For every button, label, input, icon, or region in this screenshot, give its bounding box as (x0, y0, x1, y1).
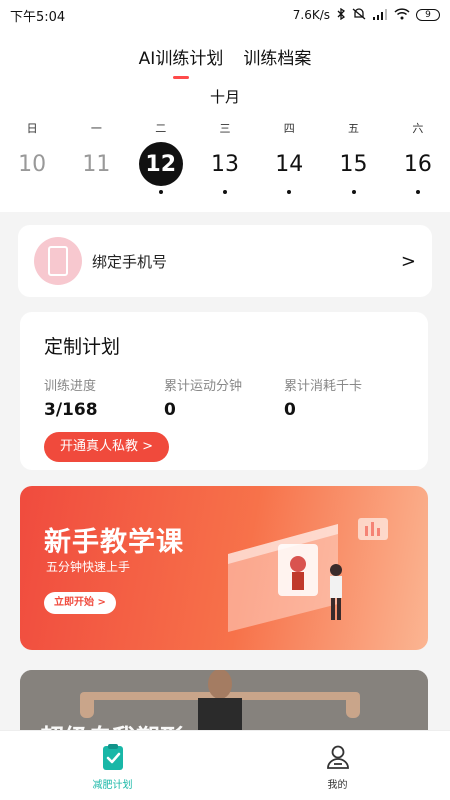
weekday-label: 五 (348, 122, 360, 135)
bind-phone-card[interactable]: 绑定手机号 > (18, 225, 432, 297)
date-number: 16 (403, 151, 432, 177)
plan-dot (351, 190, 356, 194)
phone-icon (34, 237, 82, 285)
personal-coach-button[interactable]: 开通真人私教 > (44, 432, 170, 462)
weekday-label: 三 (219, 122, 231, 135)
bind-phone-label: 绑定手机号 (92, 252, 168, 271)
header-area: AI训练计划 训练档案 十月 日 一 二 三 四 五 六 10 11 12 13… (0, 30, 450, 212)
weekday-label: 二 (155, 122, 167, 135)
date-number: 15 (339, 151, 368, 177)
weekday-label: 四 (283, 122, 295, 135)
date-number: 14 (275, 151, 304, 177)
status-bar: 下午5:04 7.6K/s 9 (0, 0, 450, 30)
weekday-label: 日 (26, 122, 38, 135)
nav-profile[interactable]: 我的 (225, 731, 450, 800)
tab-ai-plan-label: AI训练计划 (138, 49, 224, 69)
plan-dot (287, 190, 292, 194)
wifi-icon (394, 7, 410, 23)
date-number: 13 (210, 151, 239, 177)
plan-dot (158, 190, 163, 194)
clipboard-check-icon (97, 741, 129, 773)
date-number: 11 (82, 151, 111, 177)
nav-label: 我的 (327, 779, 348, 791)
net-speed: 7.6K/s (292, 8, 330, 22)
plan-title: 定制计划 (44, 336, 121, 358)
date-cell[interactable]: 10 (0, 142, 64, 202)
date-cell[interactable]: 15 (321, 142, 385, 202)
stat-calories: 累计消耗千卡 0 (284, 375, 404, 420)
battery-icon: 9 (416, 9, 440, 21)
signal-icon (372, 8, 388, 23)
date-cell[interactable]: 11 (64, 142, 128, 202)
banner-title: 新手教学课 (44, 527, 184, 558)
mute-icon (352, 7, 366, 23)
custom-plan-card: 定制计划 训练进度 3/168 累计运动分钟 0 累计消耗千卡 0 开通真人私教… (20, 312, 428, 470)
stat-label: 训练进度 (44, 379, 97, 394)
stat-minutes: 累计运动分钟 0 (164, 375, 284, 420)
date-cell[interactable]: 16 (386, 142, 450, 202)
nav-diet-plan[interactable]: 减肥计划 (0, 731, 225, 800)
tab-ai-plan[interactable]: AI训练计划 (138, 44, 224, 79)
status-icons: 7.6K/s 9 (292, 7, 440, 23)
date-cell[interactable]: 13 (193, 142, 257, 202)
date-cell[interactable]: 14 (257, 142, 321, 202)
stat-label: 累计消耗千卡 (284, 379, 363, 394)
tab-training-records[interactable]: 训练档案 (243, 44, 311, 69)
active-tab-indicator (173, 76, 189, 79)
calendar-dates: 10 11 12 13 14 15 16 (0, 142, 450, 202)
bluetooth-icon (336, 7, 346, 23)
weekday-label: 六 (412, 122, 424, 135)
start-now-button[interactable]: 立即开始 > (44, 592, 116, 614)
stat-value: 3/168 (44, 400, 98, 420)
stat-progress: 训练进度 3/168 (44, 375, 164, 420)
plan-dot (415, 190, 420, 194)
calendar-weekdays: 日 一 二 三 四 五 六 (0, 120, 450, 136)
tutorial-illustration (228, 518, 388, 632)
tab-bar: AI训练计划 训练档案 (0, 44, 450, 79)
plan-stats: 训练进度 3/168 累计运动分钟 0 累计消耗千卡 0 (44, 375, 404, 420)
stat-value: 0 (284, 400, 296, 420)
nav-label: 减肥计划 (92, 779, 133, 791)
stat-label: 累计运动分钟 (164, 379, 243, 394)
app-screen: 下午5:04 7.6K/s 9 AI训练计划 训练档案 十月 日 一 二 三 四… (0, 0, 450, 800)
user-icon (322, 741, 354, 773)
tab-training-records-label: 训练档案 (243, 49, 312, 69)
beginner-course-banner[interactable]: 新手教学课 五分钟快速上手 立即开始 > (20, 486, 428, 650)
chevron-right-icon: > (400, 250, 416, 272)
plan-dot (222, 190, 227, 194)
status-time: 下午5:04 (10, 9, 66, 25)
date-cell-today[interactable]: 12 (129, 142, 193, 202)
bottom-navigation: 减肥计划 我的 (0, 730, 450, 800)
banner-subtitle: 五分钟快速上手 (46, 560, 131, 574)
stat-value: 0 (164, 400, 176, 420)
date-number: 10 (18, 151, 47, 177)
weekday-label: 一 (90, 122, 102, 135)
calendar-month: 十月 (209, 88, 240, 106)
date-number-selected: 12 (138, 142, 183, 186)
